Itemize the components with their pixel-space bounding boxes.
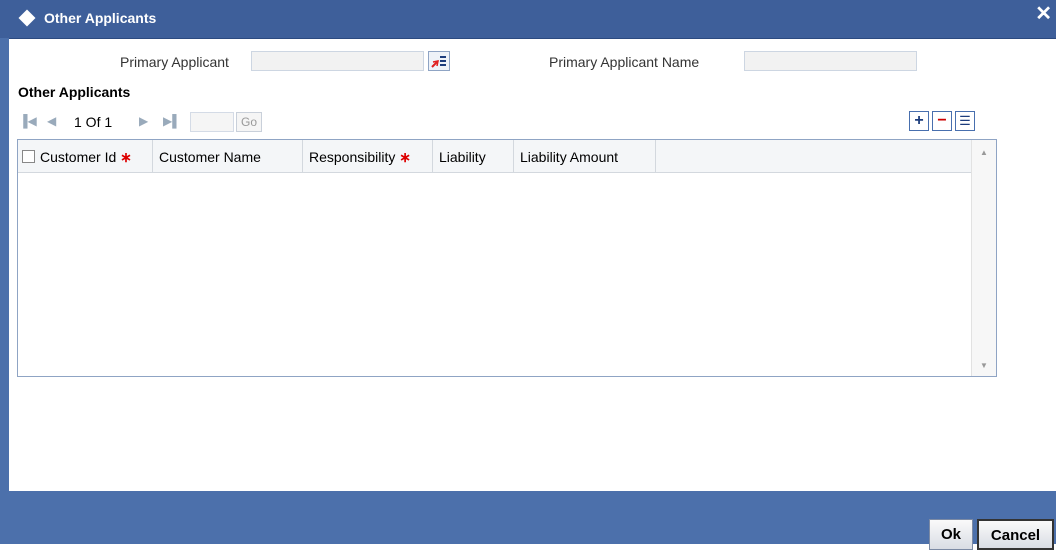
single-view-button[interactable]: ☰ [955, 111, 975, 131]
col-customer-id-label: Customer Id [40, 149, 117, 165]
scroll-up-icon[interactable]: ▲ [980, 148, 988, 157]
select-all-checkbox[interactable] [22, 150, 35, 163]
primary-applicant-label: Primary Applicant [120, 54, 229, 70]
list-of-values-icon [431, 56, 446, 68]
grid-scrollbar[interactable]: ▲ ▼ [971, 140, 996, 376]
col-responsibility-label: Responsibility [309, 149, 396, 165]
scroll-down-icon[interactable]: ▼ [980, 361, 988, 370]
page-info: 1 Of 1 [74, 114, 113, 130]
col-liability-amount: Liability Amount [514, 140, 656, 172]
window-titlebar: Other Applicants ✕ [0, 0, 1056, 39]
next-page-icon[interactable]: ▶ [139, 114, 148, 128]
ok-button[interactable]: Ok [929, 519, 973, 550]
dialog-footer: Ok Cancel [9, 491, 1056, 550]
close-icon[interactable]: ✕ [1035, 4, 1052, 24]
first-page-icon[interactable]: ▐◀ [19, 114, 37, 128]
window-title: Other Applicants [44, 10, 157, 26]
last-page-icon[interactable]: ▶▌ [163, 114, 181, 128]
go-button[interactable]: Go [236, 112, 262, 132]
diamond-icon [18, 9, 36, 27]
col-responsibility: Responsibility ∗ [303, 140, 433, 172]
primary-applicant-name-input[interactable] [744, 51, 917, 71]
add-row-button[interactable]: + [909, 111, 929, 131]
required-marker: ∗ [120, 149, 132, 165]
section-title: Other Applicants [18, 84, 131, 100]
col-customer-id: Customer Id ∗ [18, 140, 153, 172]
grid-header: Customer Id ∗ Customer Name Responsibili… [18, 140, 972, 173]
lov-search-button[interactable] [428, 51, 450, 71]
previous-page-icon[interactable]: ◀ [47, 114, 56, 128]
primary-applicant-input[interactable] [251, 51, 424, 71]
page-number-input[interactable] [190, 112, 234, 132]
left-border [0, 38, 9, 544]
cancel-button[interactable]: Cancel [977, 519, 1054, 550]
grid-toolbar: ▐◀ ◀ 1 Of 1 ▶ ▶▌ Go + − ☰ [17, 111, 997, 133]
col-liability: Liability [433, 140, 514, 172]
primary-applicant-name-label: Primary Applicant Name [549, 54, 700, 70]
delete-row-button[interactable]: − [932, 111, 952, 131]
applicants-grid: Customer Id ∗ Customer Name Responsibili… [17, 139, 997, 377]
col-customer-name: Customer Name [153, 140, 303, 172]
required-marker: ∗ [399, 149, 411, 165]
